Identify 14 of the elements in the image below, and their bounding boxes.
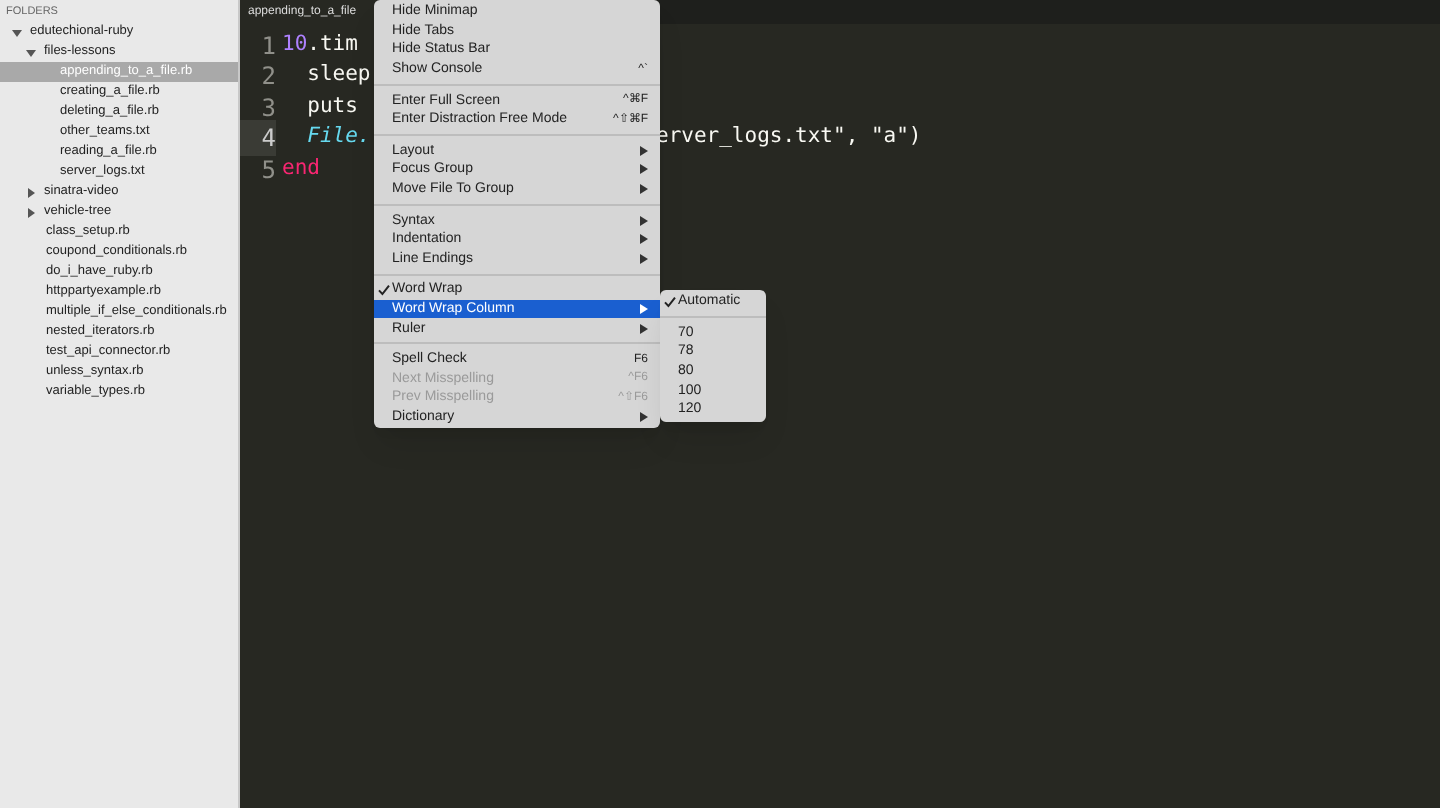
line-number: 4 <box>240 120 276 157</box>
code-line: sleep <box>305 60 371 91</box>
line-number: 5 <box>259 153 276 188</box>
checkmark-icon <box>664 295 676 308</box>
code-line: 10.tim <box>282 29 358 60</box>
line-number: 1 <box>259 29 276 64</box>
code-line: erver_logs.txt", "a") <box>656 122 922 153</box>
checkmark-icon <box>378 283 390 296</box>
line-number: 2 <box>259 60 276 95</box>
submenu-arrow-icon <box>640 411 648 422</box>
line-number: 3 <box>259 91 276 126</box>
code-line: File. <box>305 122 371 153</box>
code-line: end <box>282 153 320 184</box>
code-line: puts <box>305 91 358 122</box>
